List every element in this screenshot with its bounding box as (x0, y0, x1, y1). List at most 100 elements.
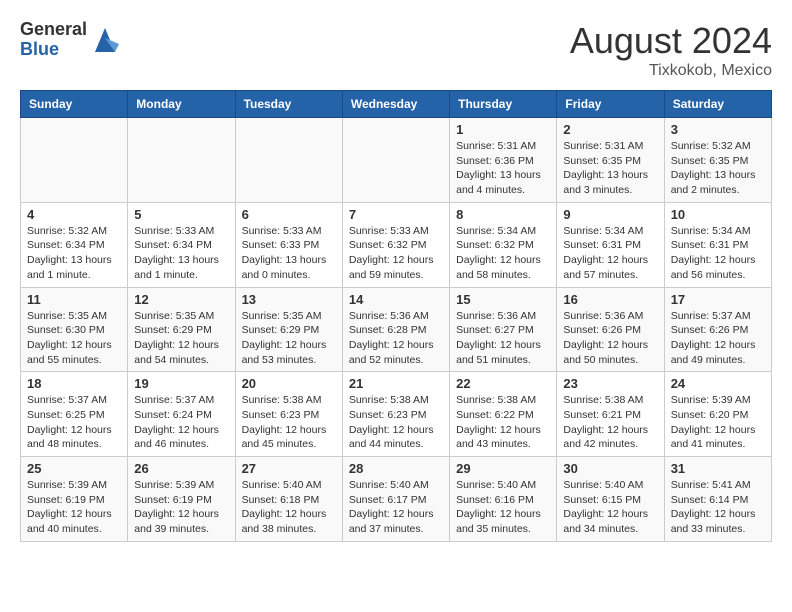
day-info: Sunrise: 5:37 AM Sunset: 6:24 PM Dayligh… (134, 393, 228, 452)
day-number: 26 (134, 461, 228, 476)
calendar-cell: 3Sunrise: 5:32 AM Sunset: 6:35 PM Daylig… (664, 118, 771, 203)
calendar-cell: 17 Sunrise: 5:37 AM Sunset: 6:26 PM Dayli… (664, 287, 771, 372)
page-header: General Blue August 2024 Tixkokob, Mexic… (20, 20, 772, 80)
day-number: 16 (563, 292, 657, 307)
day-number: 31 (671, 461, 765, 476)
day-info: Sunrise: 5:33 AM Sunset: 6:33 PM Dayligh… (242, 224, 336, 283)
day-info: Sunrise: 5:39 AM Sunset: 6:20 PM Dayligh… (671, 393, 765, 452)
header-monday: Monday (128, 91, 235, 118)
day-number: 4 (27, 207, 121, 222)
day-number: 29 (456, 461, 550, 476)
calendar-cell: 30 Sunrise: 5:40 AM Sunset: 6:15 PM Dayli… (557, 457, 664, 542)
day-info: Sunrise: 5:31 AM Sunset: 6:35 PM Dayligh… (563, 139, 657, 198)
day-info: Sunrise: 5:38 AM Sunset: 6:22 PM Dayligh… (456, 393, 550, 452)
calendar-cell: 16 Sunrise: 5:36 AM Sunset: 6:26 PM Dayli… (557, 287, 664, 372)
calendar-cell: 22Sunrise: 5:38 AM Sunset: 6:22 PM Dayli… (450, 372, 557, 457)
calendar-cell: 11Sunrise: 5:35 AM Sunset: 6:30 PM Dayli… (21, 287, 128, 372)
calendar-cell: 26 Sunrise: 5:39 AM Sunset: 6:19 PM Dayli… (128, 457, 235, 542)
logo-icon (91, 24, 119, 56)
calendar-cell: 31Sunrise: 5:41 AM Sunset: 6:14 PM Dayli… (664, 457, 771, 542)
day-info: Sunrise: 5:37 AM Sunset: 6:26 PM Dayligh… (671, 309, 765, 368)
month-title: August 2024 (570, 20, 772, 62)
header-saturday: Saturday (664, 91, 771, 118)
calendar-cell: 25 Sunrise: 5:39 AM Sunset: 6:19 PM Dayli… (21, 457, 128, 542)
calendar-cell: 4 Sunrise: 5:32 AM Sunset: 6:34 PM Daylig… (21, 202, 128, 287)
day-number: 18 (27, 376, 121, 391)
day-number: 23 (563, 376, 657, 391)
calendar-cell: 28 Sunrise: 5:40 AM Sunset: 6:17 PM Dayli… (342, 457, 449, 542)
day-info: Sunrise: 5:35 AM Sunset: 6:30 PM Dayligh… (27, 309, 121, 368)
day-info: Sunrise: 5:34 AM Sunset: 6:32 PM Dayligh… (456, 224, 550, 283)
day-number: 8 (456, 207, 550, 222)
calendar-cell (342, 118, 449, 203)
calendar-cell: 1 Sunrise: 5:31 AM Sunset: 6:36 PM Daylig… (450, 118, 557, 203)
day-number: 3 (671, 122, 765, 137)
title-block: August 2024 Tixkokob, Mexico (570, 20, 772, 80)
header-friday: Friday (557, 91, 664, 118)
day-number: 17 (671, 292, 765, 307)
day-info: Sunrise: 5:31 AM Sunset: 6:36 PM Dayligh… (456, 139, 550, 198)
calendar-cell: 6Sunrise: 5:33 AM Sunset: 6:33 PM Daylig… (235, 202, 342, 287)
day-info: Sunrise: 5:36 AM Sunset: 6:26 PM Dayligh… (563, 309, 657, 368)
day-info: Sunrise: 5:35 AM Sunset: 6:29 PM Dayligh… (242, 309, 336, 368)
calendar-cell (235, 118, 342, 203)
calendar-header: SundayMondayTuesdayWednesdayThursdayFrid… (21, 91, 772, 118)
calendar-cell: 12 Sunrise: 5:35 AM Sunset: 6:29 PM Dayli… (128, 287, 235, 372)
day-number: 2 (563, 122, 657, 137)
calendar-cell: 5 Sunrise: 5:33 AM Sunset: 6:34 PM Daylig… (128, 202, 235, 287)
calendar-cell: 8 Sunrise: 5:34 AM Sunset: 6:32 PM Daylig… (450, 202, 557, 287)
logo-blue: Blue (20, 40, 87, 60)
header-tuesday: Tuesday (235, 91, 342, 118)
day-number: 27 (242, 461, 336, 476)
week-row-3: 11Sunrise: 5:35 AM Sunset: 6:30 PM Dayli… (21, 287, 772, 372)
calendar-cell: 19Sunrise: 5:37 AM Sunset: 6:24 PM Dayli… (128, 372, 235, 457)
calendar-cell: 24 Sunrise: 5:39 AM Sunset: 6:20 PM Dayli… (664, 372, 771, 457)
day-number: 20 (242, 376, 336, 391)
day-info: Sunrise: 5:35 AM Sunset: 6:29 PM Dayligh… (134, 309, 228, 368)
day-info: Sunrise: 5:36 AM Sunset: 6:28 PM Dayligh… (349, 309, 443, 368)
logo-general: General (20, 20, 87, 40)
calendar-cell: 18 Sunrise: 5:37 AM Sunset: 6:25 PM Dayli… (21, 372, 128, 457)
calendar-cell: 13Sunrise: 5:35 AM Sunset: 6:29 PM Dayli… (235, 287, 342, 372)
calendar-cell (21, 118, 128, 203)
day-number: 12 (134, 292, 228, 307)
day-info: Sunrise: 5:39 AM Sunset: 6:19 PM Dayligh… (134, 478, 228, 537)
day-number: 30 (563, 461, 657, 476)
day-info: Sunrise: 5:32 AM Sunset: 6:34 PM Dayligh… (27, 224, 121, 283)
header-thursday: Thursday (450, 91, 557, 118)
header-wednesday: Wednesday (342, 91, 449, 118)
day-info: Sunrise: 5:33 AM Sunset: 6:34 PM Dayligh… (134, 224, 228, 283)
calendar-cell: 29 Sunrise: 5:40 AM Sunset: 6:16 PM Dayli… (450, 457, 557, 542)
calendar-cell: 14Sunrise: 5:36 AM Sunset: 6:28 PM Dayli… (342, 287, 449, 372)
calendar-cell: 23Sunrise: 5:38 AM Sunset: 6:21 PM Dayli… (557, 372, 664, 457)
day-info: Sunrise: 5:40 AM Sunset: 6:15 PM Dayligh… (563, 478, 657, 537)
day-info: Sunrise: 5:34 AM Sunset: 6:31 PM Dayligh… (563, 224, 657, 283)
day-info: Sunrise: 5:37 AM Sunset: 6:25 PM Dayligh… (27, 393, 121, 452)
calendar-cell: 7Sunrise: 5:33 AM Sunset: 6:32 PM Daylig… (342, 202, 449, 287)
week-row-1: 1 Sunrise: 5:31 AM Sunset: 6:36 PM Daylig… (21, 118, 772, 203)
day-number: 24 (671, 376, 765, 391)
header-sunday: Sunday (21, 91, 128, 118)
day-info: Sunrise: 5:33 AM Sunset: 6:32 PM Dayligh… (349, 224, 443, 283)
day-number: 21 (349, 376, 443, 391)
logo: General Blue (20, 20, 119, 60)
day-info: Sunrise: 5:40 AM Sunset: 6:18 PM Dayligh… (242, 478, 336, 537)
day-number: 25 (27, 461, 121, 476)
day-info: Sunrise: 5:40 AM Sunset: 6:17 PM Dayligh… (349, 478, 443, 537)
day-info: Sunrise: 5:40 AM Sunset: 6:16 PM Dayligh… (456, 478, 550, 537)
day-number: 10 (671, 207, 765, 222)
day-number: 1 (456, 122, 550, 137)
calendar-cell: 20Sunrise: 5:38 AM Sunset: 6:23 PM Dayli… (235, 372, 342, 457)
week-row-2: 4 Sunrise: 5:32 AM Sunset: 6:34 PM Daylig… (21, 202, 772, 287)
day-info: Sunrise: 5:36 AM Sunset: 6:27 PM Dayligh… (456, 309, 550, 368)
location: Tixkokob, Mexico (570, 62, 772, 80)
day-number: 5 (134, 207, 228, 222)
day-number: 9 (563, 207, 657, 222)
day-info: Sunrise: 5:39 AM Sunset: 6:19 PM Dayligh… (27, 478, 121, 537)
day-number: 28 (349, 461, 443, 476)
calendar-table: SundayMondayTuesdayWednesdayThursdayFrid… (20, 90, 772, 542)
week-row-4: 18 Sunrise: 5:37 AM Sunset: 6:25 PM Dayli… (21, 372, 772, 457)
day-info: Sunrise: 5:34 AM Sunset: 6:31 PM Dayligh… (671, 224, 765, 283)
calendar-cell: 21Sunrise: 5:38 AM Sunset: 6:23 PM Dayli… (342, 372, 449, 457)
calendar-cell (128, 118, 235, 203)
